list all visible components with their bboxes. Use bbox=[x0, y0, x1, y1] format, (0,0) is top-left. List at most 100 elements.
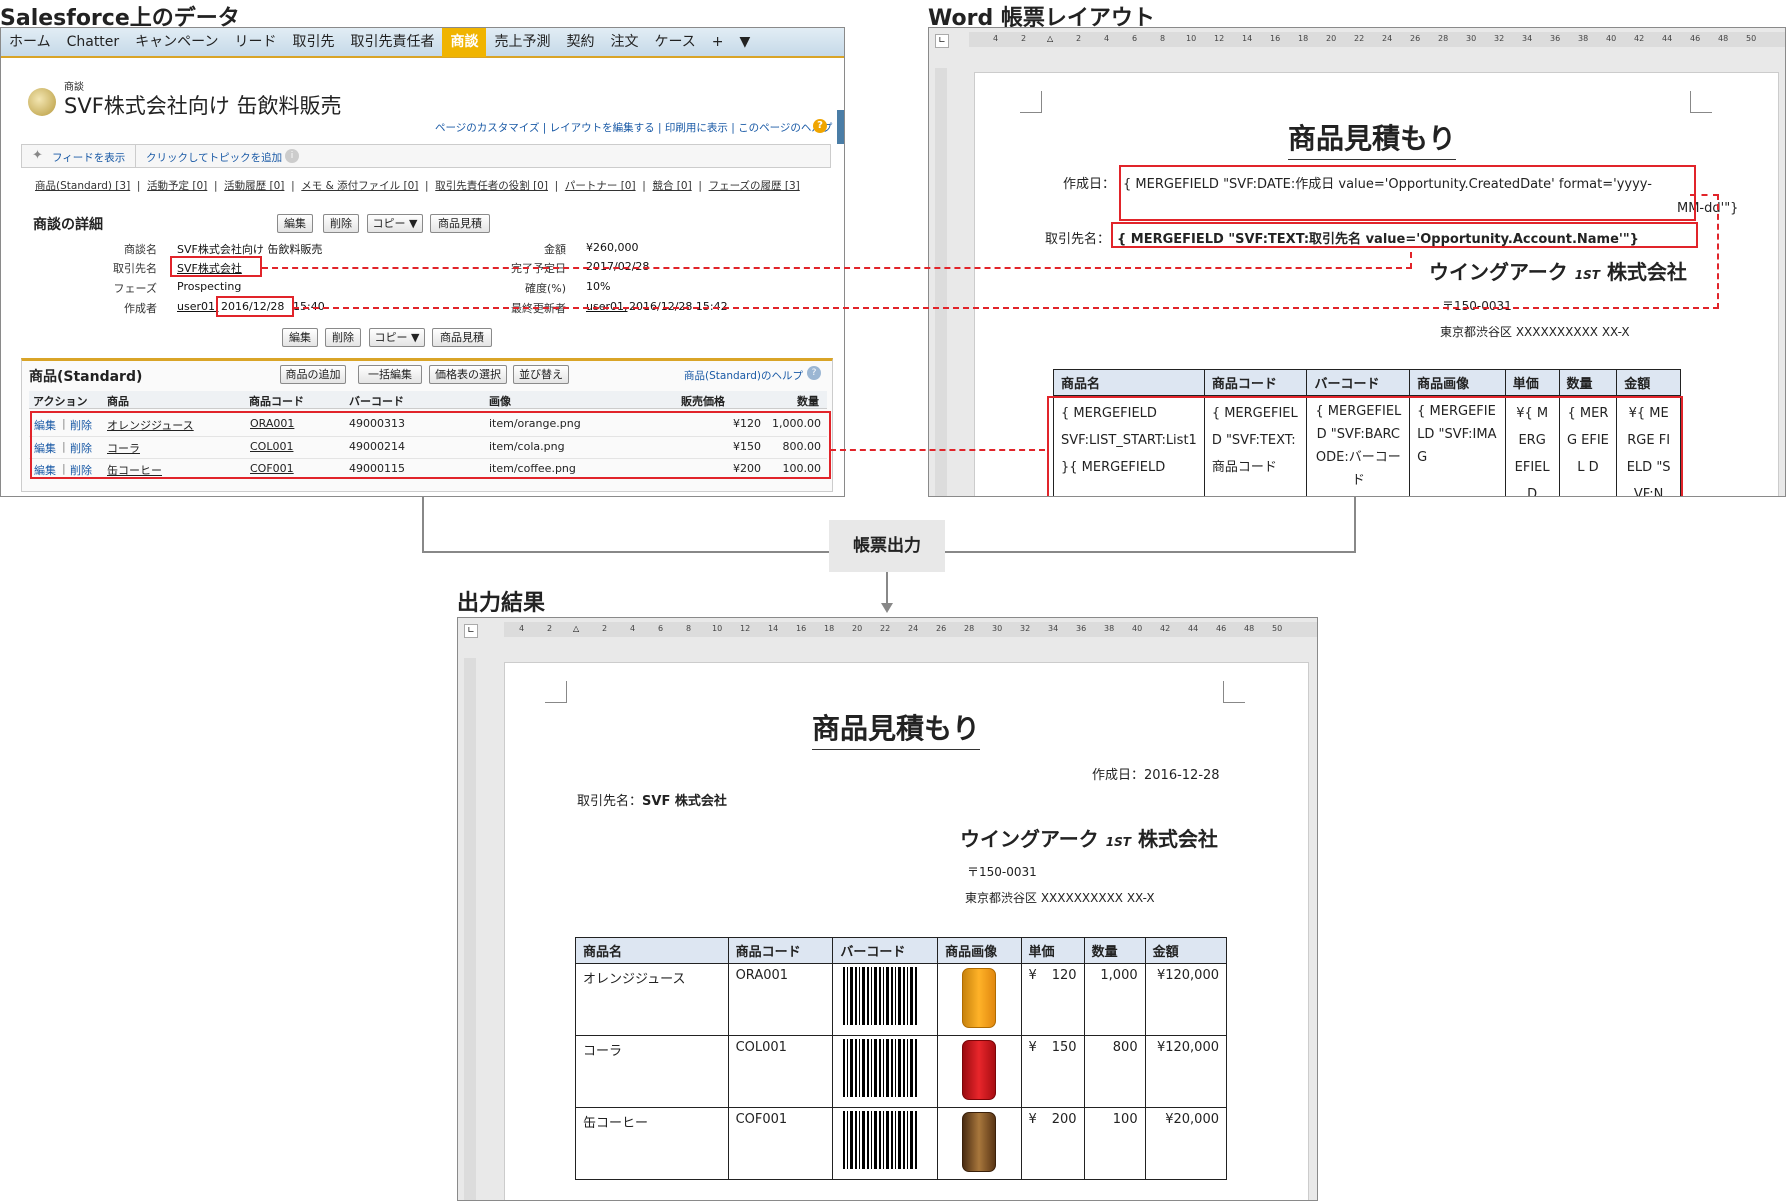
image-cell bbox=[937, 1107, 1022, 1180]
related-link[interactable]: 商品(Standard) [3] bbox=[35, 180, 130, 192]
field-label: 取引先名 bbox=[113, 262, 157, 275]
address: 東京都渋谷区 XXXXXXXXXX XX-X bbox=[965, 891, 1155, 905]
edit-button[interactable]: 編集 bbox=[277, 214, 313, 233]
barcode-cell bbox=[832, 1035, 939, 1108]
column-header: 数量 bbox=[1558, 369, 1618, 396]
add-product-button[interactable]: 商品の追加 bbox=[280, 365, 346, 384]
tab-case[interactable]: ケース bbox=[646, 28, 703, 57]
orange-can-icon bbox=[962, 968, 997, 1028]
show-feed-link[interactable]: フィードを表示 bbox=[52, 150, 125, 165]
price-cell: ¥200 bbox=[1020, 1107, 1085, 1180]
image-cell bbox=[937, 1035, 1022, 1108]
bulk-edit-button[interactable]: 一括編集 bbox=[358, 365, 422, 384]
products-title: 商品(Standard) bbox=[29, 369, 143, 385]
ruler-tick: 6 bbox=[1132, 34, 1138, 43]
output-table: 商品名 商品コード バーコード 商品画像 単価 数量 金額 オレンジジュース O… bbox=[575, 937, 1228, 1180]
ruler-tick: 42 bbox=[1634, 34, 1645, 43]
barcode-cell bbox=[832, 963, 939, 1036]
barcode-image bbox=[843, 1111, 920, 1169]
table-row: コーラ COL001 ¥150 800 ¥120,000 bbox=[575, 1035, 1228, 1108]
zip-code: 〒150-0031 bbox=[967, 865, 1037, 879]
tab-chatter[interactable]: Chatter bbox=[59, 28, 128, 57]
document-title: 商品見積もり bbox=[812, 707, 981, 750]
related-link[interactable]: 取引先責任者の役割 [0] bbox=[435, 180, 548, 192]
copy-button[interactable]: コピー ▼ bbox=[369, 328, 425, 347]
quote-button[interactable]: 商品見積 bbox=[432, 328, 492, 347]
ruler-tick: 32 bbox=[1020, 624, 1031, 633]
ruler-tick: 50 bbox=[1746, 34, 1757, 43]
account-line: 取引先名：SVF 株式会社 bbox=[577, 790, 727, 809]
coffee-can-icon bbox=[962, 1112, 997, 1172]
date-connector bbox=[293, 307, 1719, 309]
column-header: 商品コード bbox=[249, 395, 304, 408]
related-link[interactable]: 活動予定 [0] bbox=[147, 180, 207, 192]
ruler-tick: 34 bbox=[1522, 34, 1533, 43]
related-link[interactable]: 競合 [0] bbox=[652, 180, 691, 192]
related-link[interactable]: パートナー [0] bbox=[565, 180, 636, 192]
delete-button[interactable]: 削除 bbox=[325, 328, 361, 347]
tab-stop-selector[interactable]: ∟ bbox=[935, 34, 949, 48]
copy-button[interactable]: コピー ▼ bbox=[367, 214, 423, 233]
more-tabs-dropdown[interactable]: ▼ bbox=[732, 28, 759, 57]
address: 東京都渋谷区 XXXXXXXXXX XX-X bbox=[1440, 325, 1630, 339]
select-pricebook-button[interactable]: 価格表の選択 bbox=[429, 365, 507, 384]
page-links[interactable]: ページのカスタマイズ | レイアウトを編集する | 印刷用に表示 | このページ… bbox=[435, 120, 832, 135]
tab-stop-selector[interactable]: ∟ bbox=[464, 624, 478, 638]
tab-order[interactable]: 注文 bbox=[602, 28, 646, 57]
field-value: SVF株式会社向け 缶飲料販売 bbox=[177, 243, 323, 256]
tab-contact[interactable]: 取引先責任者 bbox=[342, 28, 442, 57]
ruler-tick: 20 bbox=[852, 624, 863, 633]
flow-arrow-shaft bbox=[886, 572, 888, 604]
tab-account[interactable]: 取引先 bbox=[284, 28, 342, 57]
detail-section-title: 商談の詳細 bbox=[33, 217, 103, 233]
side-handle[interactable] bbox=[837, 110, 844, 144]
tab-contract[interactable]: 契約 bbox=[558, 28, 602, 57]
price-cell: ¥150 bbox=[1020, 1035, 1085, 1108]
related-link[interactable]: 活動履歴 [0] bbox=[224, 180, 284, 192]
products-help-link[interactable]: 商品(Standard)のヘルプ bbox=[684, 368, 803, 383]
record-name: SVF株式会社向け 缶飲料販売 bbox=[64, 94, 342, 118]
account-label: 取引先名： bbox=[577, 794, 643, 809]
column-header: 商品画像 bbox=[1409, 369, 1506, 396]
indent-marker[interactable]: △ bbox=[573, 624, 579, 633]
ruler-tick: 44 bbox=[1662, 34, 1673, 43]
yen-sign: ¥ bbox=[1028, 968, 1037, 983]
word-layout-screen: ∟ 4 2 △ 2 4 6 8 10 12 14 16 18 20 22 24 … bbox=[928, 27, 1786, 497]
creator-user-link[interactable]: user01, bbox=[177, 300, 219, 313]
vertical-ruler bbox=[464, 658, 476, 1200]
account-label: 取引先名： bbox=[1045, 232, 1111, 247]
indent-marker[interactable]: △ bbox=[1047, 34, 1053, 43]
quote-button[interactable]: 商品見積 bbox=[430, 214, 490, 233]
column-header: 商品コード bbox=[727, 937, 834, 964]
help-icon[interactable]: ? bbox=[813, 119, 827, 133]
ruler-tick: 2 bbox=[1021, 34, 1027, 43]
zip-code: 〒150-0031 bbox=[1442, 299, 1512, 313]
tab-lead[interactable]: リード bbox=[226, 28, 284, 57]
account-field-highlight bbox=[1111, 222, 1698, 248]
yen-sign: ¥ bbox=[1028, 1112, 1037, 1127]
ruler-tick: 10 bbox=[1186, 34, 1197, 43]
ruler-tick: 2 bbox=[547, 624, 553, 633]
ruler-tick: 26 bbox=[936, 624, 947, 633]
tab-home[interactable]: ホーム bbox=[1, 28, 59, 57]
barcode-image bbox=[843, 967, 920, 1025]
ruler-tick: 12 bbox=[1214, 34, 1225, 43]
field-label: フェーズ bbox=[113, 282, 157, 295]
tab-campaign[interactable]: キャンペーン bbox=[127, 28, 226, 57]
column-header: 商品名 bbox=[575, 937, 729, 964]
ruler-tick: 12 bbox=[740, 624, 751, 633]
help-icon[interactable]: ? bbox=[807, 366, 821, 380]
related-link[interactable]: メモ & 添付ファイル [0] bbox=[301, 180, 418, 192]
tab-opportunity[interactable]: 商談 bbox=[442, 28, 487, 57]
field-value: 10% bbox=[586, 280, 611, 293]
edit-button[interactable]: 編集 bbox=[282, 328, 318, 347]
add-tab-button[interactable]: + bbox=[704, 28, 732, 57]
add-topic-link[interactable]: クリックしてトピックを追加 bbox=[146, 150, 282, 165]
yen-sign: ¥ bbox=[1028, 1040, 1037, 1055]
product-name: 缶コーヒー bbox=[575, 1107, 729, 1180]
delete-button[interactable]: 削除 bbox=[323, 214, 359, 233]
word-page: 商品見積もり 作成日： { MERGEFIELD "SVF:DATE:作成日 v… bbox=[974, 72, 1779, 496]
tab-forecast[interactable]: 売上予測 bbox=[486, 28, 558, 57]
sort-button[interactable]: 並び替え bbox=[513, 365, 569, 384]
related-link[interactable]: フェーズの履歴 [3] bbox=[709, 180, 800, 192]
